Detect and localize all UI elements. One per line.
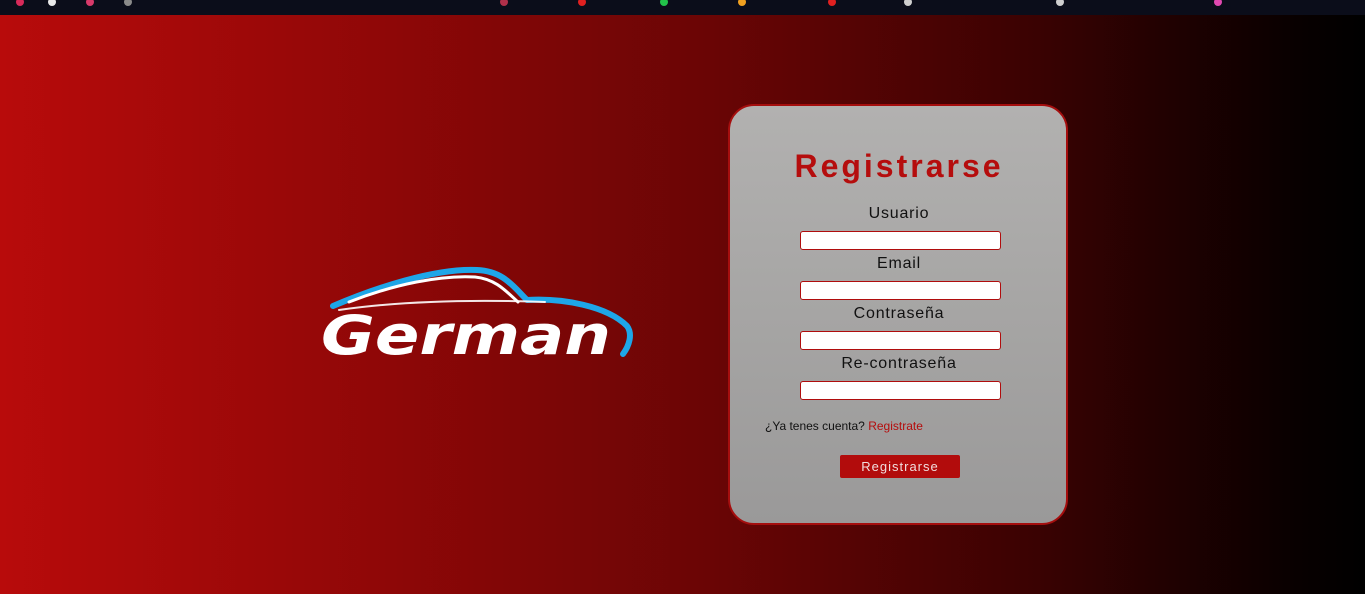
password-input[interactable]	[800, 331, 1001, 350]
email-input[interactable]	[800, 281, 1001, 300]
browser-icon[interactable]	[500, 0, 508, 6]
account-prompt-text: ¿Ya tenes cuenta?	[765, 419, 865, 433]
logo-text: German	[321, 304, 611, 362]
browser-icon[interactable]	[86, 0, 94, 6]
confirm-password-input[interactable]	[800, 381, 1001, 400]
browser-icon[interactable]	[124, 0, 132, 6]
browser-icon[interactable]	[16, 0, 24, 6]
browser-icon[interactable]	[578, 0, 586, 6]
browser-icon[interactable]	[1214, 0, 1222, 6]
browser-icon[interactable]	[904, 0, 912, 6]
german-logo: German	[321, 266, 633, 362]
email-label: Email	[876, 255, 921, 272]
username-input[interactable]	[800, 231, 1001, 250]
register-card: Registrarse Usuario Email Contraseña Re-…	[728, 104, 1068, 525]
browser-icon[interactable]	[660, 0, 668, 6]
browser-icon[interactable]	[48, 0, 56, 6]
username-label: Usuario	[868, 205, 930, 222]
browser-icon[interactable]	[738, 0, 746, 6]
browser-icon[interactable]	[828, 0, 836, 6]
browser-toolbar	[0, 0, 1365, 15]
register-button[interactable]: Registrarse	[840, 455, 960, 478]
account-prompt-row: ¿Ya tenes cuenta? Registrate	[765, 419, 923, 433]
form-title: Registrarse	[794, 148, 1004, 184]
register-link[interactable]: Registrate	[868, 419, 923, 433]
browser-icon[interactable]	[1056, 0, 1064, 6]
page-background	[0, 15, 1365, 594]
password-label: Contraseña	[853, 305, 945, 322]
confirm-password-label: Re-contraseña	[841, 355, 957, 372]
